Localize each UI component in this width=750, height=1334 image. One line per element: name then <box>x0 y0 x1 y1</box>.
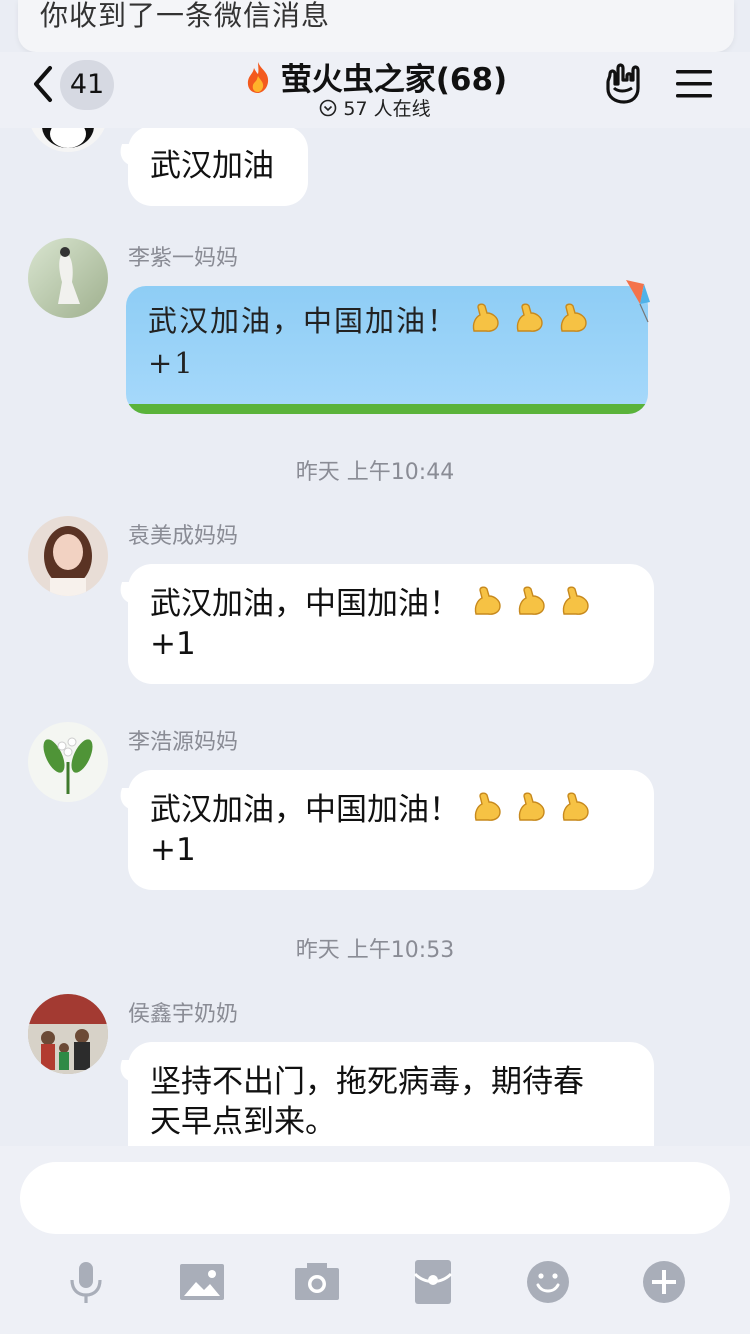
red-packet-icon[interactable] <box>409 1258 457 1306</box>
message-text: 武汉加油，中国加油！ <box>150 792 460 828</box>
message-text: 坚持不出门，拖死病毒，期待春 <box>150 1064 584 1100</box>
chevron-down-circle-icon <box>320 99 337 117</box>
grass-decoration <box>126 404 648 414</box>
flexed-biceps-icon <box>560 303 587 332</box>
avatar[interactable] <box>28 722 108 802</box>
flexed-biceps-icon <box>472 303 499 332</box>
message-input[interactable] <box>20 1162 730 1234</box>
message-text: 武汉加油 <box>150 148 274 184</box>
flexed-biceps-icon <box>474 792 501 821</box>
chat-message-list[interactable]: 武汉加油 李紫一妈妈 武汉加油，中国加油！ +1 昨天 上午10:44 袁美成妈… <box>0 128 750 1146</box>
kite-icon <box>626 280 650 323</box>
message-text: +1 <box>150 832 196 868</box>
flexed-biceps-icon <box>562 586 589 615</box>
menu-icon[interactable] <box>676 68 712 100</box>
image-icon[interactable] <box>178 1258 226 1306</box>
message-text: 天早点到来。 <box>150 1104 336 1140</box>
flexed-biceps-icon <box>516 303 543 332</box>
message-text: +1 <box>150 626 196 662</box>
emoji-icon[interactable] <box>524 1258 572 1306</box>
rock-hand-icon[interactable] <box>604 62 644 104</box>
message-bubble[interactable]: 坚持不出门，拖死病毒，期待春 天早点到来。 <box>128 1042 654 1146</box>
avatar[interactable] <box>28 994 108 1074</box>
plus-icon[interactable] <box>640 1258 688 1306</box>
message-bubble[interactable]: 武汉加油，中国加油！ +1 <box>126 286 648 414</box>
avatar[interactable] <box>28 516 108 596</box>
timestamp: 昨天 上午10:53 <box>295 938 455 963</box>
message-bubble[interactable]: 武汉加油 <box>128 128 308 206</box>
flexed-biceps-icon <box>562 792 589 821</box>
toolbar <box>0 1258 750 1318</box>
notification-text: 你收到了一条微信消息 <box>40 0 331 32</box>
online-count: 57 人在线 <box>343 98 431 120</box>
flexed-biceps-icon <box>474 586 501 615</box>
chat-title: 萤火虫之家(68) <box>280 62 508 98</box>
chat-header: 41 萤火虫之家(68) 57 人在线 <box>0 52 750 128</box>
message-bubble[interactable]: 武汉加油，中国加油！ +1 <box>128 564 654 684</box>
sender-name: 袁美成妈妈 <box>128 524 239 549</box>
flexed-biceps-icon <box>518 792 545 821</box>
message-text: 武汉加油，中国加油！ <box>150 586 460 622</box>
message-text: +1 <box>148 346 195 380</box>
notification-banner[interactable]: 你收到了一条微信消息 <box>18 0 734 52</box>
sender-name: 侯鑫宇奶奶 <box>128 1002 239 1027</box>
sender-name: 李紫一妈妈 <box>128 246 239 271</box>
camera-icon[interactable] <box>293 1258 341 1306</box>
flexed-biceps-icon <box>518 586 545 615</box>
input-bar <box>0 1146 750 1334</box>
avatar[interactable] <box>28 128 108 152</box>
message-text: 武汉加油，中国加油！ <box>148 304 459 338</box>
microphone-icon[interactable] <box>62 1258 110 1306</box>
sender-name: 李浩源妈妈 <box>128 730 239 755</box>
timestamp: 昨天 上午10:44 <box>295 460 455 485</box>
fire-icon <box>247 61 268 93</box>
message-bubble[interactable]: 武汉加油，中国加油！ +1 <box>128 770 654 890</box>
avatar[interactable] <box>28 238 108 318</box>
